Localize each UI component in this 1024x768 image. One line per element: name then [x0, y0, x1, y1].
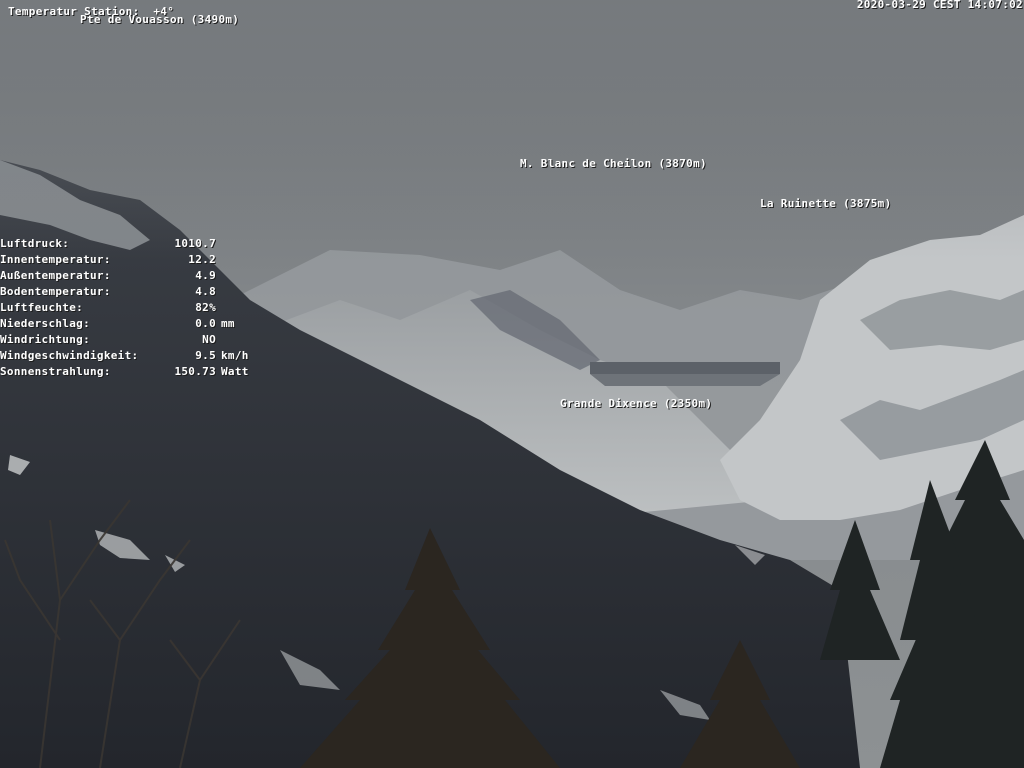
- weather-value: 150.73: [174, 365, 216, 378]
- weather-row-bodentemperatur: Bodentemperatur: 4.8: [0, 285, 262, 301]
- weather-label: Luftfeuchte:: [0, 301, 84, 314]
- weather-label: Windgeschwindigkeit:: [0, 349, 139, 362]
- weather-row-luftfeuchte: Luftfeuchte: 82%: [0, 301, 262, 317]
- weather-row-innentemperatur: Innentemperatur: 12.2: [0, 253, 262, 269]
- timestamp-text: 2020-03-29 CEST 14:07:02: [856, 0, 1023, 11]
- peak-label-blanc-de-cheilon: M. Blanc de Cheilon (3870m): [520, 157, 707, 170]
- mountain-landscape-image: [0, 0, 1024, 768]
- weather-label: Niederschlag:: [0, 317, 90, 330]
- weather-value: 4.9: [195, 269, 216, 282]
- weather-value: 82%: [195, 301, 216, 314]
- weather-row-windgeschwindigkeit: Windgeschwindigkeit: 9.5 km/h: [0, 349, 262, 365]
- weather-row-sonnenstrahlung: Sonnenstrahlung: 150.73 Watt: [0, 365, 262, 381]
- weather-label: Bodentemperatur:: [0, 285, 111, 298]
- weather-unit: km/h: [221, 349, 249, 362]
- weather-value: NO: [202, 333, 216, 346]
- weather-unit: mm: [221, 317, 235, 330]
- peak-label-la-ruinette: La Ruinette (3875m): [760, 197, 892, 210]
- weather-row-luftdruck: Luftdruck: 1010.7: [0, 237, 262, 253]
- weather-label: Innentemperatur:: [0, 253, 111, 266]
- weather-label: Sonnenstrahlung:: [0, 365, 111, 378]
- weather-value: 0.0: [195, 317, 216, 330]
- weather-value: 1010.7: [174, 237, 216, 250]
- weather-label: Außentemperatur:: [0, 269, 111, 282]
- dam-label-grande-dixence: Grande Dixence (2350m): [560, 397, 713, 410]
- weather-value: 12.2: [188, 253, 216, 266]
- weather-value: 4.8: [195, 285, 216, 298]
- weather-row-aussentemperatur: Außentemperatur: 4.9: [0, 269, 262, 285]
- weather-row-windrichtung: Windrichtung: NO: [0, 333, 262, 349]
- weather-unit: Watt: [221, 365, 249, 378]
- weather-value: 9.5: [195, 349, 216, 362]
- weather-label: Windrichtung:: [0, 333, 90, 346]
- weather-data-panel: Luftdruck: 1010.7 Innentemperatur: 12.2 …: [0, 237, 262, 381]
- webcam-view: Temperatur Station: +4° Pte de Vouasson …: [0, 0, 1024, 768]
- weather-label: Luftdruck:: [0, 237, 70, 250]
- peak-label-pte-de-vouasson: Pte de Vouasson (3490m): [80, 13, 240, 26]
- weather-row-niederschlag: Niederschlag: 0.0 mm: [0, 317, 262, 333]
